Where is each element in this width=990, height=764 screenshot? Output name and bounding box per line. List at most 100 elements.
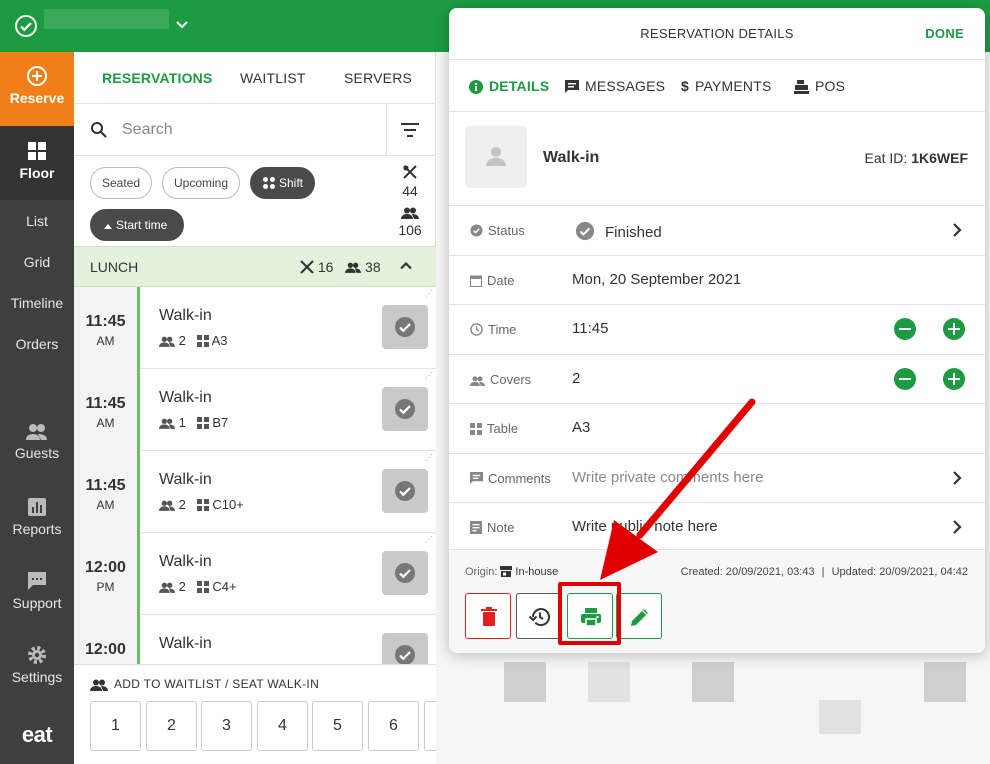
- check-circle-icon: [395, 399, 415, 419]
- table-row[interactable]: 11:45 AM Walk-in 2 C10+ ⋰: [74, 451, 436, 533]
- chevron-down-icon[interactable]: [172, 14, 192, 34]
- covers-increase-button[interactable]: [943, 367, 965, 390]
- panel-tabs: RESERVATIONS WAITLIST SERVERS: [74, 52, 436, 104]
- tab-servers[interactable]: SERVERS: [344, 70, 412, 86]
- edit-button[interactable]: [616, 593, 662, 639]
- status-button[interactable]: [382, 305, 428, 349]
- table-row[interactable]: 12:00 Walk-in: [74, 615, 436, 664]
- status-button[interactable]: [382, 633, 428, 664]
- table-row[interactable]: 11:45 AM Walk-in 1 B7 ⋰: [74, 369, 436, 451]
- table-value: C10+: [212, 497, 244, 512]
- table-row[interactable]: 12:00 PM Walk-in 2 C4+ ⋰: [74, 533, 436, 615]
- note-label: Note: [470, 520, 514, 535]
- date-label: Date: [470, 273, 514, 288]
- covers-value: 2: [572, 369, 581, 387]
- tab-waitlist[interactable]: WAITLIST: [240, 70, 306, 86]
- restaurant-name-redacted[interactable]: [44, 9, 169, 29]
- tab-label: DETAILS: [489, 78, 550, 94]
- reservation-count-value: 44: [402, 183, 418, 199]
- comment-icon: [470, 471, 483, 484]
- filter-icon[interactable]: [400, 121, 420, 139]
- sidebar-item-settings[interactable]: Settings: [0, 644, 74, 685]
- created-timestamp: Created: 20/09/2021, 03:43: [680, 566, 815, 578]
- status-button[interactable]: [382, 469, 428, 513]
- tab-pos[interactable]: POS: [794, 78, 845, 94]
- gear-icon: [28, 646, 46, 664]
- sidebar-item-guests[interactable]: Guests: [0, 422, 74, 461]
- reservation-details-modal: RESERVATION DETAILS DONE DETAILS MESSAGE…: [449, 8, 985, 653]
- sidebar-item-reports[interactable]: Reports: [0, 496, 74, 537]
- lunch-section-header[interactable]: LUNCH 16 38: [74, 246, 436, 287]
- sidebar-item-support[interactable]: Support: [0, 570, 74, 611]
- comments-row[interactable]: Comments Write private comments here: [449, 454, 985, 503]
- history-icon: [528, 608, 550, 627]
- status-button[interactable]: [382, 551, 428, 595]
- section-label: LUNCH: [90, 259, 139, 275]
- check-circle-icon: [15, 15, 37, 37]
- party-size-key-5[interactable]: 5: [312, 701, 363, 751]
- status-value: Finished: [575, 221, 662, 241]
- time-increase-button[interactable]: [943, 318, 965, 340]
- table-blurred: [819, 700, 861, 734]
- tab-messages[interactable]: MESSAGES: [565, 78, 665, 94]
- table-row[interactable]: 11:45 AM Walk-in 2 A3 ⋰: [74, 287, 436, 369]
- reservation-time: 11:45 AM: [74, 451, 140, 533]
- people-icon: [159, 500, 175, 511]
- tab-payments[interactable]: $ PAYMENTS: [681, 78, 772, 94]
- chip-start-time[interactable]: Start time: [90, 209, 185, 241]
- time-value: 11:45: [85, 477, 126, 494]
- search-divider: [386, 104, 387, 156]
- reservation-meta: 1 B7: [159, 415, 228, 430]
- reservation-time: 12:00: [74, 615, 140, 664]
- status-button[interactable]: [382, 387, 428, 431]
- chevron-up-icon[interactable]: [398, 258, 414, 274]
- reservation-time: 11:45 AM: [74, 287, 140, 369]
- search-input[interactable]: [122, 118, 372, 142]
- covers-decrease-button[interactable]: [894, 367, 916, 390]
- field-label: Table: [487, 421, 519, 436]
- add-circle-icon: [27, 66, 47, 86]
- chip-upcoming[interactable]: Upcoming: [162, 167, 241, 199]
- eat-id: Eat ID: 1K6WEF: [865, 150, 968, 166]
- party-size-key-6[interactable]: 6: [368, 701, 419, 751]
- party-size-key-2[interactable]: 2: [146, 701, 197, 751]
- done-button[interactable]: DONE: [925, 26, 964, 41]
- sidebar-item-floor[interactable]: Floor: [0, 126, 74, 200]
- cutlery-icon: [403, 165, 417, 179]
- time-row: Time 11:45: [449, 305, 985, 355]
- sidebar-item-orders[interactable]: Orders: [0, 334, 74, 354]
- field-label: Date: [487, 272, 515, 288]
- tab-details[interactable]: DETAILS: [469, 78, 549, 94]
- chip-shift[interactable]: Shift: [250, 167, 316, 199]
- delete-button[interactable]: [465, 593, 511, 639]
- walk-in-title: ADD TO WAITLIST / SEAT WALK-IN: [90, 677, 319, 691]
- info-icon: [469, 80, 483, 94]
- time-decrease-button[interactable]: [894, 318, 916, 340]
- covers-label: Covers: [470, 372, 531, 387]
- table-icon: [196, 335, 209, 347]
- calendar-icon: [470, 275, 482, 287]
- date-row[interactable]: Date Mon, 20 September 2021: [449, 256, 985, 305]
- status-row[interactable]: Status Finished: [449, 206, 985, 256]
- sidebar-item-reserve[interactable]: Reserve: [0, 52, 74, 126]
- avatar: [465, 126, 527, 188]
- note-row[interactable]: Note Write public note here: [449, 503, 985, 553]
- origin-info: Origin: In-house: [465, 566, 558, 578]
- person-icon: [486, 147, 506, 166]
- comments-input[interactable]: Write private comments here: [572, 469, 763, 486]
- party-size-key-3[interactable]: 3: [201, 701, 252, 751]
- party-size-key-1[interactable]: 1: [90, 701, 141, 751]
- sidebar-item-list[interactable]: List: [0, 211, 74, 231]
- table-row-field[interactable]: Table A3: [449, 404, 985, 454]
- chip-label: Shift: [279, 176, 304, 190]
- tab-reservations[interactable]: RESERVATIONS: [102, 70, 213, 86]
- status-label: Status: [470, 223, 525, 238]
- chip-seated[interactable]: Seated: [90, 167, 153, 199]
- party-size-key-4[interactable]: 4: [257, 701, 308, 751]
- history-button[interactable]: [516, 593, 562, 639]
- sidebar-item-grid[interactable]: Grid: [0, 252, 74, 272]
- people-icon: [159, 336, 175, 347]
- note-input[interactable]: Write public note here: [572, 518, 718, 535]
- resize-handle-icon: ⋰: [425, 371, 433, 380]
- sidebar-item-timeline[interactable]: Timeline: [0, 293, 74, 313]
